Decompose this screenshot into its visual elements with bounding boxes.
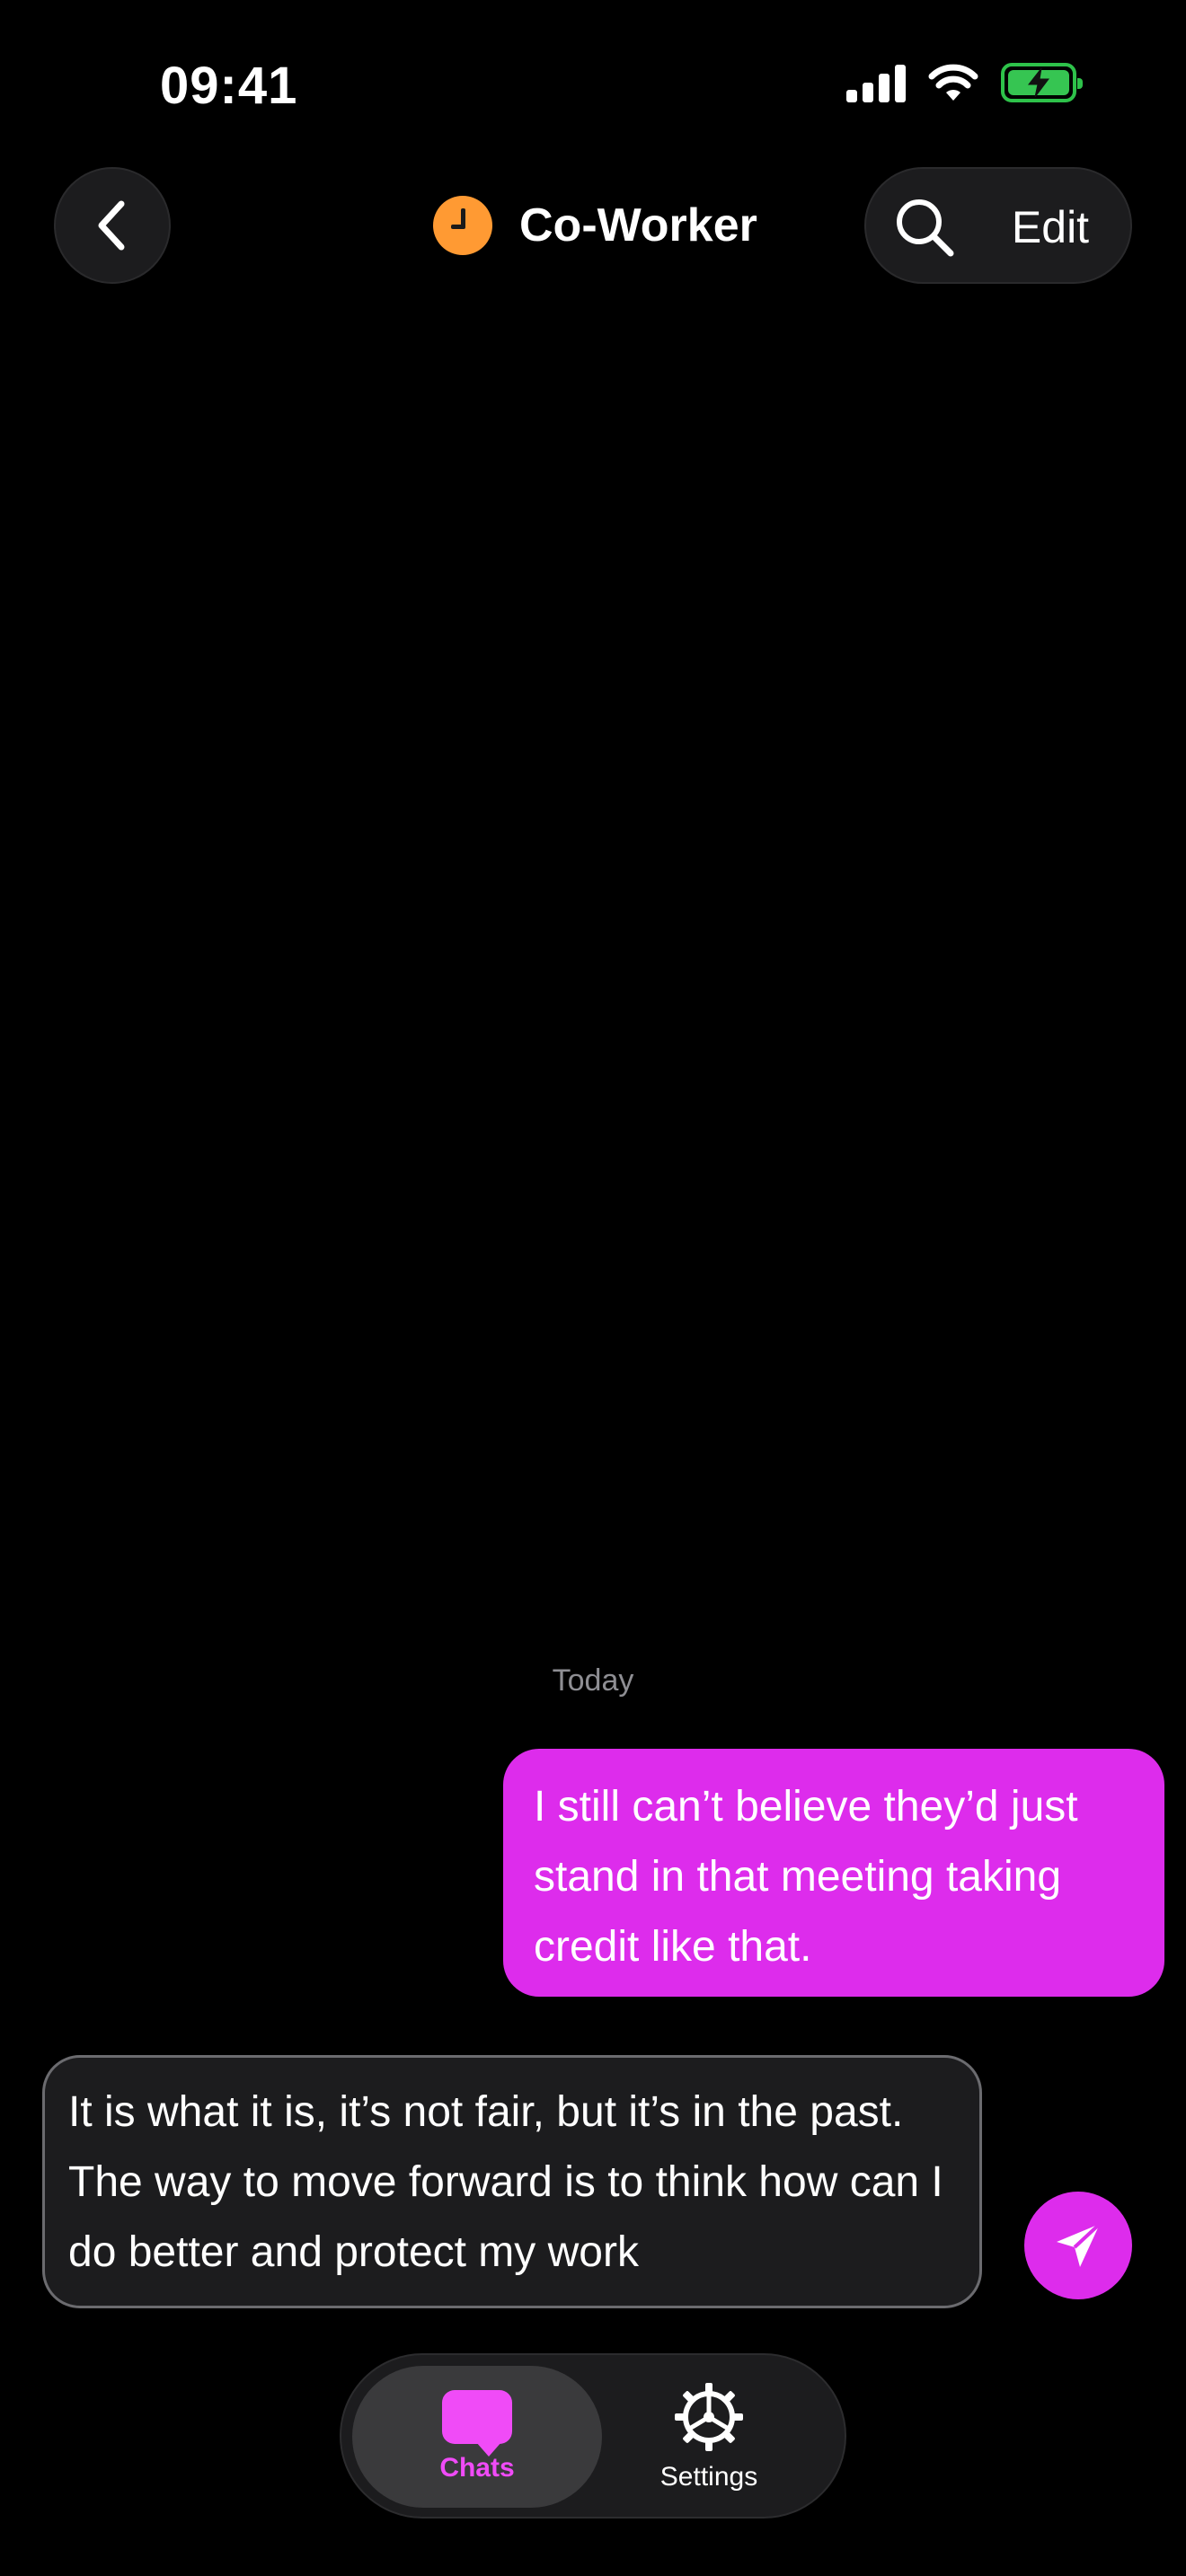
status-time: 09:41 bbox=[160, 57, 298, 115]
tab-settings-label: Settings bbox=[659, 2462, 758, 2492]
battery-icon bbox=[1001, 63, 1083, 102]
date-separator: Today bbox=[552, 1663, 634, 1698]
status-icons bbox=[846, 63, 1083, 102]
tab-bar: Chats Settings bbox=[340, 2353, 846, 2519]
search-icon bbox=[897, 199, 954, 257]
charging-bolt-icon bbox=[1027, 67, 1049, 98]
chevron-left-icon bbox=[98, 200, 125, 251]
cellular-signal-icon bbox=[846, 63, 906, 102]
message-input[interactable]: It is what it is, it’s not fair, but it’… bbox=[42, 2055, 982, 2308]
contact-avatar-clock-icon bbox=[433, 196, 492, 255]
paper-plane-icon bbox=[1057, 2222, 1102, 2267]
search-button[interactable] bbox=[884, 187, 965, 268]
chat-bubble-icon bbox=[442, 2390, 512, 2457]
tab-settings[interactable]: Settings bbox=[584, 2366, 834, 2508]
send-button[interactable] bbox=[1024, 2192, 1132, 2299]
header-actions: Edit bbox=[864, 167, 1132, 284]
chat-title: Co-Worker bbox=[519, 199, 757, 251]
tab-chats[interactable]: Chats bbox=[352, 2366, 602, 2508]
chat-header: Co-Worker bbox=[433, 196, 757, 255]
back-button[interactable] bbox=[54, 167, 171, 284]
wifi-icon bbox=[928, 64, 978, 101]
edit-button[interactable]: Edit bbox=[992, 196, 1109, 259]
outgoing-message-bubble[interactable]: I still can’t believe they’d just stand … bbox=[503, 1749, 1164, 1997]
tab-chats-label: Chats bbox=[439, 2453, 515, 2483]
gear-icon bbox=[675, 2383, 743, 2451]
